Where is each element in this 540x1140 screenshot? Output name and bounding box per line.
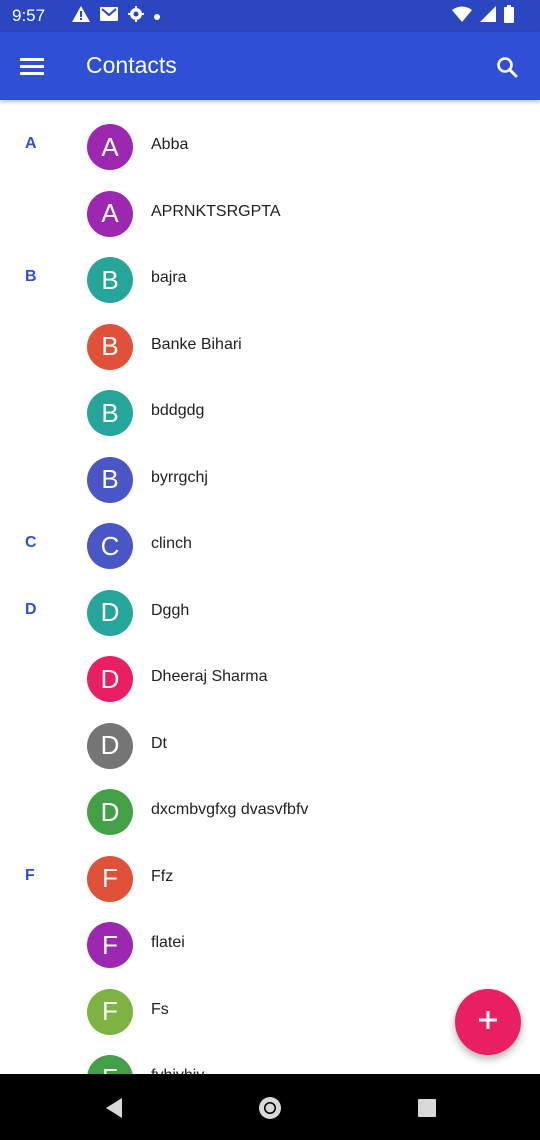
contact-name: Ffz — [151, 867, 174, 885]
contact-row[interactable]: A APRNKTSRGPTA — [0, 174, 540, 240]
contact-name: byrrgchj — [151, 468, 208, 486]
contact-name: Dt — [151, 734, 167, 752]
home-icon[interactable] — [252, 1090, 288, 1126]
contact-name: clinch — [151, 535, 192, 552]
contact-name: Dggh — [151, 601, 190, 619]
avatar[interactable]: F — [87, 922, 133, 968]
contact-row[interactable]: D D Dggh — [0, 573, 540, 639]
section-letter: F — [25, 866, 35, 884]
avatar[interactable]: F — [87, 1055, 133, 1074]
section-letter: A — [25, 135, 37, 152]
gmail-icon — [100, 6, 118, 26]
avatar[interactable]: A — [87, 190, 133, 237]
plus-icon — [477, 1009, 499, 1036]
contact-row[interactable]: C Cclinch — [0, 506, 540, 572]
contact-row[interactable]: Bbyrrgchj — [0, 440, 540, 506]
contact-row[interactable]: D Dheeraj Sharma — [0, 639, 540, 705]
system-icons — [452, 4, 514, 28]
contact-name: bajra — [151, 269, 187, 286]
contact-row[interactable]: D Dt — [0, 706, 540, 772]
notification-icons — [72, 5, 160, 27]
contact-list[interactable]: A A Abba A APRNKTSRGPTA B Bbajra B Banke Bihari B… — [0, 100, 540, 1074]
dot-icon — [154, 7, 160, 25]
contact-name: Abba — [151, 136, 189, 153]
recents-icon[interactable] — [409, 1090, 445, 1126]
search-icon[interactable] — [490, 50, 524, 84]
avatar[interactable]: B — [87, 323, 133, 370]
app-bar: Contacts — [0, 32, 540, 100]
avatar[interactable]: B — [87, 257, 133, 303]
avatar[interactable]: B — [87, 390, 133, 436]
contact-row[interactable]: B Bbajra — [0, 240, 540, 306]
menu-icon[interactable] — [14, 51, 50, 81]
gear-icon — [128, 5, 144, 27]
contact-row[interactable]: B Banke Bihari — [0, 307, 540, 373]
section-letter: B — [25, 268, 37, 285]
contact-name: APRNKTSRGPTA — [151, 202, 281, 220]
status-time: 9:57 — [12, 6, 46, 25]
avatar[interactable]: D — [87, 589, 133, 636]
signal-icon — [480, 5, 496, 27]
contact-name: Dheeraj Sharma — [151, 668, 268, 685]
contact-row[interactable]: F F Ffz — [0, 839, 540, 905]
avatar[interactable]: A — [87, 124, 133, 170]
contact-row[interactable]: A A Abba — [0, 107, 540, 173]
section-letter: C — [25, 534, 37, 551]
contact-name: Banke Bihari — [151, 335, 242, 353]
status-bar: 9:57 — [0, 0, 540, 32]
avatar[interactable]: B — [87, 456, 133, 503]
contact-name: fvhjvhjv — [151, 1067, 204, 1074]
avatar[interactable]: F — [87, 988, 133, 1035]
navigation-bar — [0, 1074, 540, 1140]
battery-icon — [504, 4, 514, 28]
avatar[interactable]: D — [87, 789, 133, 835]
contact-name: bddgdg — [151, 402, 205, 419]
contact-row[interactable]: Bbddgdg — [0, 373, 540, 439]
contact-name: flatei — [151, 934, 185, 951]
add-contact-button[interactable] — [455, 989, 521, 1055]
warning-icon — [72, 5, 90, 27]
section-letter: D — [25, 600, 37, 618]
contact-row[interactable]: Ddxcmbvgfxg dvasvfbfv — [0, 772, 540, 838]
avatar[interactable]: D — [87, 656, 133, 702]
avatar[interactable]: C — [87, 523, 133, 569]
wifi-icon — [452, 6, 472, 27]
contact-row[interactable]: Fflatei — [0, 905, 540, 971]
contact-row[interactable]: Ffvhjvhjv — [0, 1038, 540, 1074]
avatar[interactable]: F — [87, 855, 133, 902]
page-title: Contacts — [86, 52, 177, 78]
avatar[interactable]: D — [87, 722, 133, 769]
back-icon[interactable] — [96, 1090, 132, 1126]
contact-name: Fs — [151, 1000, 169, 1018]
contact-name: dxcmbvgfxg dvasvfbfv — [151, 801, 309, 818]
